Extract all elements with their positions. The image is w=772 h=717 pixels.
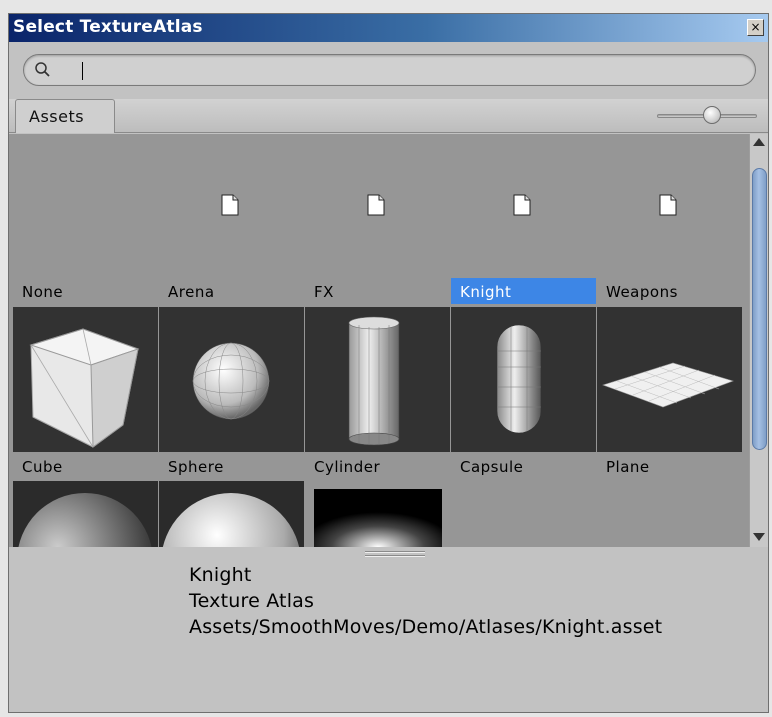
- title-bar[interactable]: Select TextureAtlas ×: [9, 14, 768, 42]
- object-picker-window: Select TextureAtlas × Assets None Arena …: [8, 13, 769, 713]
- cylinder-preview[interactable]: [305, 307, 450, 452]
- asset-grid: None Arena FX Knight Weapons Cube Sphere…: [9, 134, 749, 547]
- sphere-preview[interactable]: [159, 307, 304, 452]
- close-button[interactable]: ×: [747, 19, 764, 36]
- scroll-down-arrow-icon[interactable]: [753, 533, 765, 541]
- grid-item-weapons[interactable]: Weapons: [597, 278, 739, 304]
- grid-item-cylinder[interactable]: Cylinder: [305, 453, 447, 479]
- selection-type: Texture Atlas: [189, 590, 315, 612]
- texture-preview-hemisphere[interactable]: [13, 481, 158, 547]
- selection-info-panel: Knight Texture Atlas Assets/SmoothMoves/…: [189, 562, 662, 640]
- vertical-scrollbar[interactable]: [749, 134, 768, 547]
- grid-item-fx[interactable]: FX: [305, 278, 447, 304]
- grid-item-knight[interactable]: Knight: [451, 278, 596, 304]
- tab-assets[interactable]: Assets: [15, 99, 115, 133]
- grid-item-capsule[interactable]: Capsule: [451, 453, 593, 479]
- document-icon: [367, 194, 385, 216]
- cube-preview[interactable]: [13, 307, 158, 452]
- grid-item-none[interactable]: None: [13, 278, 155, 304]
- texture-preview-glow[interactable]: [314, 489, 442, 547]
- document-icon: [513, 194, 531, 216]
- selection-path: Assets/SmoothMoves/Demo/Atlases/Knight.a…: [189, 616, 663, 638]
- texture-preview-sphere[interactable]: [159, 481, 304, 547]
- grid-item-arena[interactable]: Arena: [159, 278, 301, 304]
- scroll-thumb[interactable]: [752, 168, 767, 450]
- selection-name: Knight: [189, 564, 252, 586]
- document-icon: [221, 194, 239, 216]
- search-input[interactable]: [58, 59, 748, 81]
- window-title: Select TextureAtlas: [13, 17, 203, 37]
- grid-item-plane[interactable]: Plane: [597, 453, 739, 479]
- grid-item-sphere[interactable]: Sphere: [159, 453, 301, 479]
- search-icon: [35, 62, 50, 77]
- tab-bar: Assets: [9, 99, 768, 133]
- size-slider-thumb[interactable]: [703, 106, 721, 124]
- search-field[interactable]: [23, 54, 756, 86]
- text-caret: [82, 62, 83, 80]
- plane-preview[interactable]: [597, 307, 742, 452]
- panel-splitter-handle[interactable]: [365, 551, 425, 559]
- grid-item-cube[interactable]: Cube: [13, 453, 155, 479]
- scroll-up-arrow-icon[interactable]: [753, 138, 765, 146]
- capsule-preview[interactable]: [451, 307, 596, 452]
- document-icon: [659, 194, 677, 216]
